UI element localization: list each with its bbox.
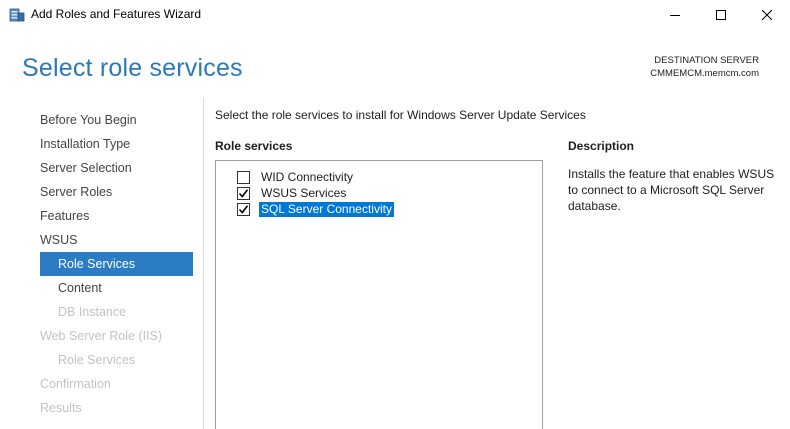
instruction-text: Select the role services to install for … (215, 108, 586, 122)
nav-item-before-you-begin[interactable]: Before You Begin (40, 108, 137, 132)
wizard-steps-nav: Before You Begin Installation Type Serve… (0, 98, 203, 429)
role-service-wsus-services[interactable]: WSUS Services (237, 185, 348, 201)
checkmark-icon (238, 188, 249, 198)
nav-item-wsus[interactable]: WSUS (40, 228, 78, 252)
list-item-label: SQL Server Connectivity (259, 201, 394, 217)
sql-server-connectivity-checkbox[interactable] (237, 202, 250, 216)
list-item-label: WID Connectivity (261, 169, 354, 184)
nav-item-server-roles[interactable]: Server Roles (40, 180, 112, 204)
nav-item-server-selection[interactable]: Server Selection (40, 156, 132, 180)
nav-item-role-services[interactable]: Role Services (40, 252, 193, 276)
wid-connectivity-checkbox[interactable] (237, 170, 250, 184)
role-services-heading: Role services (215, 139, 293, 153)
nav-item-features[interactable]: Features (40, 204, 89, 228)
description-heading: Description (568, 139, 635, 153)
nav-item-results: Results (40, 401, 82, 415)
destination-server-name: CMMEMCM.memcm.com (650, 68, 759, 79)
nav-item-web-server-role: Web Server Role (IIS) (40, 329, 163, 343)
minimize-button[interactable] (652, 0, 698, 30)
minimize-icon (670, 10, 680, 20)
description-text: Installs the feature that enables WSUS t… (568, 167, 775, 213)
list-item-label: WSUS Services (261, 185, 347, 200)
wsus-services-checkbox[interactable] (237, 186, 250, 200)
role-service-sql-server-connectivity[interactable]: SQL Server Connectivity (237, 201, 394, 217)
close-icon (762, 10, 772, 20)
destination-label: DESTINATION SERVER (654, 55, 759, 66)
nav-item-confirmation: Confirmation (40, 377, 111, 391)
role-services-list[interactable]: WID Connectivity WSUS Services SQL Serve… (215, 160, 543, 429)
maximize-icon (716, 10, 726, 20)
page-title: Select role services (22, 54, 243, 82)
maximize-button[interactable] (698, 0, 744, 30)
wizard-header: Select role services DESTINATION SERVER … (0, 31, 790, 98)
checkmark-icon (238, 204, 249, 214)
main-content: Select the role services to install for … (204, 98, 790, 429)
server-manager-icon (9, 7, 25, 23)
role-service-wid-connectivity[interactable]: WID Connectivity (237, 169, 355, 185)
nav-item-db-instance: DB Instance (58, 305, 127, 319)
title-bar: Add Roles and Features Wizard (0, 0, 790, 31)
destination-server-info: DESTINATION SERVER CMMEMCM.memcm.com (650, 54, 759, 80)
nav-item-iis-role-services: Role Services (58, 353, 136, 367)
nav-item-installation-type[interactable]: Installation Type (40, 132, 130, 156)
close-button[interactable] (744, 0, 790, 30)
window-title: Add Roles and Features Wizard (31, 7, 202, 21)
nav-item-content[interactable]: Content (58, 276, 102, 300)
